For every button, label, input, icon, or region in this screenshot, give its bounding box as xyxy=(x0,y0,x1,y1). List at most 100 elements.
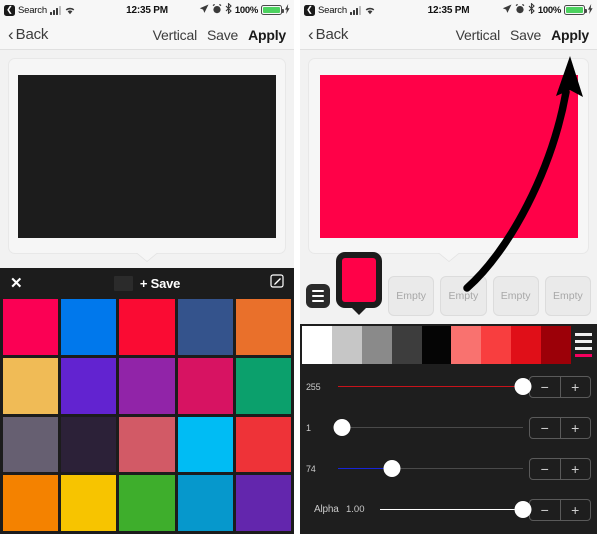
color-swatch[interactable] xyxy=(119,299,175,355)
preview-notch xyxy=(437,252,460,261)
alpha-slider[interactable] xyxy=(380,499,532,521)
color-swatch[interactable] xyxy=(3,299,59,355)
battery-icon xyxy=(261,5,284,15)
palette-save-label: + Save xyxy=(139,276,181,291)
preview-area xyxy=(300,50,597,268)
red-slider-increment-button[interactable]: + xyxy=(561,377,591,397)
save-button[interactable]: Save xyxy=(207,27,238,43)
back-button-label: Back xyxy=(315,26,349,43)
palette-save-group[interactable]: + Save xyxy=(0,276,294,291)
charging-bolt-icon xyxy=(588,3,593,17)
alpha-slider-decrement-button[interactable]: − xyxy=(530,499,561,520)
list-icon[interactable] xyxy=(571,326,595,364)
alarm-icon xyxy=(515,3,525,17)
selected-slot-color xyxy=(342,258,376,302)
blue-slider-increment-button[interactable]: + xyxy=(561,459,591,479)
nav-bar: ‹ Back Vertical Save Apply xyxy=(300,20,597,50)
alpha-slider-stepper: − + xyxy=(529,498,591,521)
status-bar: ❮ Search 12:35 PM 100% xyxy=(300,0,597,20)
color-swatch[interactable] xyxy=(119,416,175,473)
color-swatch[interactable] xyxy=(3,357,59,414)
blue-slider-decrement-button[interactable]: − xyxy=(530,458,561,479)
red-slider-label: 255 xyxy=(306,381,321,392)
color-swatch[interactable] xyxy=(177,299,233,355)
hamburger-icon[interactable] xyxy=(306,284,330,308)
ramp-stop[interactable] xyxy=(302,326,332,364)
red-slider-decrement-button[interactable]: − xyxy=(530,376,561,397)
color-swatch[interactable] xyxy=(235,416,291,473)
red-slider[interactable] xyxy=(338,376,532,398)
nav-bar: ‹ Back Vertical Save Apply xyxy=(0,20,294,50)
color-swatch[interactable] xyxy=(235,357,291,414)
green-slider-thumb[interactable] xyxy=(333,419,351,436)
alpha-slider-thumb[interactable] xyxy=(514,501,532,518)
apply-button[interactable]: Apply xyxy=(248,27,286,43)
color-swatch[interactable] xyxy=(61,416,117,473)
red-slider-stepper: − + xyxy=(529,375,591,398)
color-swatch[interactable] xyxy=(61,475,117,531)
green-slider-row: 1 − + xyxy=(306,407,591,448)
dual-screenshot-container: ❮ Search 12:35 PM 100% ‹ Back Vertical S… xyxy=(0,0,600,534)
ramp-stop[interactable] xyxy=(361,326,392,364)
ramp-stop[interactable] xyxy=(421,326,452,364)
red-slider-thumb[interactable] xyxy=(514,378,532,395)
blue-slider[interactable] xyxy=(338,458,523,480)
color-swatch[interactable] xyxy=(177,475,233,531)
ramp-stop[interactable] xyxy=(391,326,422,364)
empty-color-slot[interactable]: Empty xyxy=(492,276,539,316)
preview-area xyxy=(0,50,294,268)
ramp-stop[interactable] xyxy=(511,326,542,364)
color-swatch[interactable] xyxy=(3,475,59,531)
green-slider-decrement-button[interactable]: − xyxy=(530,417,561,438)
color-swatch[interactable] xyxy=(119,475,175,531)
blue-slider-stepper: − + xyxy=(529,457,591,480)
battery-percent-label: 100% xyxy=(234,4,258,16)
orientation-button[interactable]: Vertical xyxy=(456,27,501,43)
ramp-stop[interactable] xyxy=(331,326,362,364)
ramp-stop[interactable] xyxy=(541,326,572,364)
color-swatch[interactable] xyxy=(235,299,291,355)
nav-actions: Vertical Save Apply xyxy=(153,27,287,43)
battery-icon xyxy=(564,5,587,15)
color-swatch[interactable] xyxy=(119,357,175,414)
color-swatch[interactable] xyxy=(235,475,291,531)
apply-button[interactable]: Apply xyxy=(551,27,589,43)
preview-card xyxy=(308,58,589,261)
red-slider-fill xyxy=(338,385,523,388)
orientation-button[interactable]: Vertical xyxy=(153,27,198,43)
color-swatch[interactable] xyxy=(61,357,117,414)
back-button[interactable]: ‹ Back xyxy=(8,26,48,43)
blue-slider-thumb[interactable] xyxy=(383,460,401,477)
color-ramp[interactable] xyxy=(302,326,572,364)
back-button[interactable]: ‹ Back xyxy=(308,26,348,43)
color-swatch[interactable] xyxy=(177,416,233,473)
preview-color-swatch[interactable] xyxy=(18,74,276,238)
green-slider[interactable] xyxy=(333,417,523,439)
alpha-slider-increment-button[interactable]: + xyxy=(561,500,591,520)
preview-card xyxy=(8,58,286,261)
empty-color-slot[interactable]: Empty xyxy=(388,276,435,316)
color-swatch[interactable] xyxy=(61,299,117,355)
empty-color-slot[interactable]: Empty xyxy=(440,276,487,316)
green-slider-increment-button[interactable]: + xyxy=(561,418,591,438)
selected-slot-wrapper xyxy=(336,252,382,322)
selected-color-slot[interactable] xyxy=(336,252,382,308)
color-slots-row: Empty Empty Empty Empty xyxy=(300,252,597,324)
right-screen: ❮ Search 12:35 PM 100% ‹ Back Vertical S… xyxy=(300,0,597,534)
save-button[interactable]: Save xyxy=(510,27,541,43)
color-ramp-row xyxy=(300,324,597,364)
ramp-stop[interactable] xyxy=(451,326,482,364)
status-bar-right: 100% xyxy=(199,2,290,17)
empty-color-slot[interactable]: Empty xyxy=(544,276,591,316)
color-swatch[interactable] xyxy=(177,357,233,414)
status-bar: ❮ Search 12:35 PM 100% xyxy=(0,0,294,20)
preview-color-swatch[interactable] xyxy=(319,74,578,238)
blue-slider-label: 74 xyxy=(306,463,316,474)
ramp-stop[interactable] xyxy=(481,326,512,364)
location-arrow-icon xyxy=(502,4,512,17)
color-swatch-grid xyxy=(0,299,294,534)
red-slider-row: 255 − + xyxy=(306,366,591,407)
color-swatch[interactable] xyxy=(3,416,59,473)
status-bar-right: 100% xyxy=(502,2,593,17)
color-editor: 255− +1− +74− + Alpha 1.00− + xyxy=(300,324,597,534)
